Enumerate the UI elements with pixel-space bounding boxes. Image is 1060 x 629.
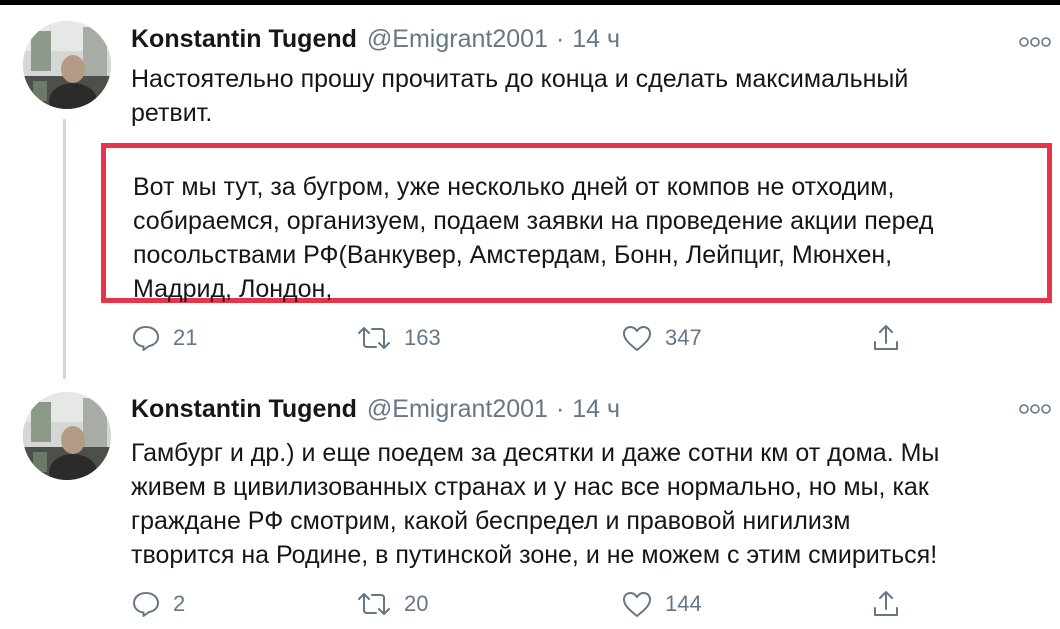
- heart-icon: [623, 592, 651, 617]
- tweet-actions: 21 163 347: [131, 318, 898, 358]
- retweet-button[interactable]: 163: [356, 318, 441, 358]
- reply-icon: [133, 592, 159, 617]
- tweet-header: Konstantin Tugend @Emigrant2001 · 14 ч: [131, 395, 620, 427]
- separator-dot: ·: [555, 395, 565, 423]
- timeline: Konstantin Tugend @Emigrant2001 · 14 ч Н…: [0, 5, 1060, 629]
- share-icon: [874, 325, 898, 350]
- author-name[interactable]: Konstantin Tugend: [131, 25, 357, 54]
- tweet-text: Настоятельно прошу прочитать до конца и …: [131, 65, 909, 127]
- reply-button[interactable]: 21: [131, 318, 197, 358]
- like-button[interactable]: 347: [621, 318, 702, 358]
- share-button[interactable]: [871, 584, 901, 624]
- timestamp[interactable]: 14 ч: [572, 25, 620, 54]
- tweet[interactable]: Konstantin Tugend @Emigrant2001 · 14 ч Г…: [0, 380, 1060, 629]
- timestamp[interactable]: 14 ч: [572, 395, 620, 424]
- author-name[interactable]: Konstantin Tugend: [131, 395, 357, 424]
- tweet-actions: 2 20 144: [131, 584, 898, 624]
- like-button[interactable]: 144: [621, 584, 702, 624]
- like-count: 347: [665, 325, 702, 350]
- more-icon[interactable]: [1018, 402, 1052, 416]
- avatar-photo: [23, 392, 111, 480]
- tweet[interactable]: Konstantin Tugend @Emigrant2001 · 14 ч Н…: [0, 5, 1060, 380]
- retweet-button[interactable]: 20: [356, 584, 428, 624]
- avatar[interactable]: [23, 21, 111, 109]
- avatar-photo: [23, 21, 111, 109]
- author-handle[interactable]: @Emigrant2001: [367, 25, 548, 54]
- tweet-header: Konstantin Tugend @Emigrant2001 · 14 ч: [131, 25, 620, 57]
- heart-icon: [623, 326, 651, 351]
- share-button[interactable]: [871, 318, 901, 358]
- highlighted-tweet-text: Вот мы тут, за бугром, уже несколько дне…: [133, 173, 934, 303]
- avatar[interactable]: [23, 392, 111, 480]
- author-handle[interactable]: @Emigrant2001: [367, 395, 548, 424]
- more-icon[interactable]: [1018, 35, 1052, 49]
- tweet-text: Гамбург и др.) и еще поедем за десятки и…: [131, 439, 940, 569]
- reply-count: 2: [173, 591, 186, 616]
- reply-button[interactable]: 2: [131, 584, 185, 624]
- like-count: 144: [665, 591, 702, 616]
- share-icon: [874, 591, 898, 616]
- highlight-box: Вот мы тут, за бугром, уже несколько дне…: [101, 143, 1052, 303]
- reply-count: 21: [173, 325, 198, 350]
- retweet-count: 163: [404, 325, 441, 350]
- separator-dot: ·: [555, 25, 565, 53]
- retweet-icon: [358, 593, 390, 615]
- retweet-icon: [358, 327, 390, 349]
- retweet-count: 20: [404, 591, 429, 616]
- reply-icon: [133, 326, 159, 351]
